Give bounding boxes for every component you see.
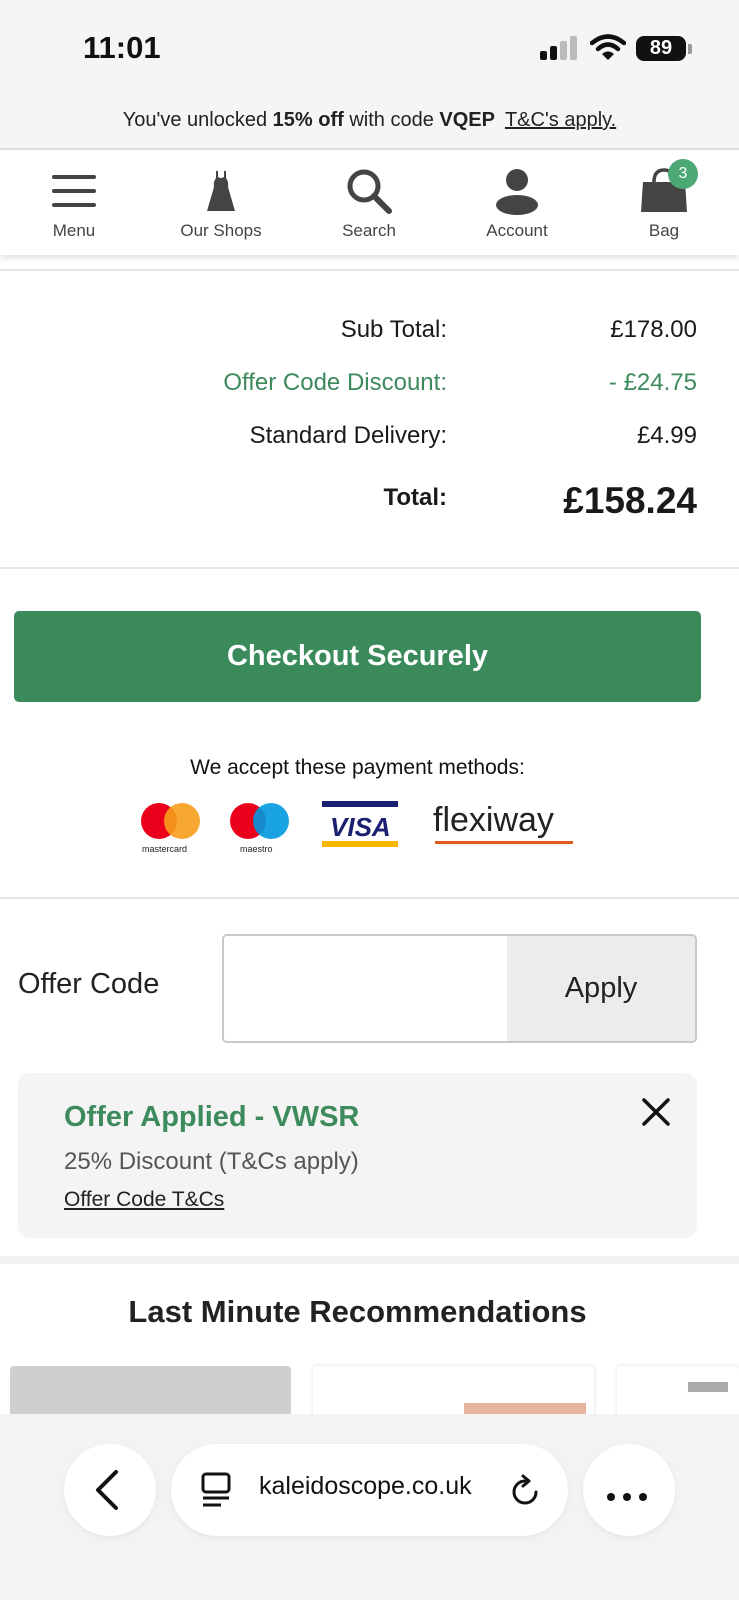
visa-logo: VISA xyxy=(322,801,398,847)
subtotal-value: £178.00 xyxy=(610,316,697,343)
mastercard-logo: mastercard xyxy=(141,803,200,854)
status-bar: 11:01 89 xyxy=(0,0,739,100)
battery-nub xyxy=(688,44,692,54)
nav-search[interactable]: Search xyxy=(309,163,429,241)
mastercard-text: mastercard xyxy=(142,844,187,854)
promo-prefix: You've unlocked xyxy=(122,109,273,131)
address-bar[interactable]: kaleidoscope.co.uk xyxy=(171,1444,568,1536)
offer-applied-subtitle: 25% Discount (T&Cs apply) xyxy=(64,1148,359,1175)
recommendations-title: Last Minute Recommendations xyxy=(128,1294,587,1329)
subtotal-label: Sub Total: xyxy=(340,316,447,343)
payment-methods-text: We accept these payment methods: xyxy=(190,756,525,779)
nav-menu-label: Menu xyxy=(52,221,96,240)
close-icon[interactable] xyxy=(639,1095,673,1129)
nav-account[interactable]: Account xyxy=(457,163,577,241)
hamburger-icon xyxy=(52,175,96,207)
maestro-logo: maestro xyxy=(230,803,289,854)
divider xyxy=(0,567,739,569)
product-image xyxy=(688,1382,728,1392)
section-separator xyxy=(0,1256,739,1264)
offer-code-box: Apply xyxy=(222,934,697,1043)
nav-our-shops[interactable]: Our Shops xyxy=(161,163,281,241)
promo-code: VQEP xyxy=(439,109,495,131)
wifi-icon xyxy=(590,34,626,60)
bag-count-badge: 3 xyxy=(668,159,698,189)
nav-bag-label: Bag xyxy=(648,221,680,240)
maestro-text: maestro xyxy=(240,844,273,854)
payment-logos: mastercard maestro VISA flexiway xyxy=(141,801,573,854)
visa-text: VISA xyxy=(330,812,391,842)
page-menu-icon[interactable] xyxy=(201,1472,231,1508)
total-value: £158.24 xyxy=(563,480,697,521)
battery-icon: 89 xyxy=(636,36,686,61)
ellipsis-icon xyxy=(607,1488,655,1506)
promo-banner: You've unlocked 15% off with code VQEP T&… xyxy=(0,100,739,150)
promo-tc-link[interactable]: T&C's apply. xyxy=(505,109,616,131)
discount-value: - £24.75 xyxy=(608,369,697,396)
nav-our-shops-label: Our Shops xyxy=(180,221,262,240)
checkout-button[interactable]: Checkout Securely xyxy=(14,611,701,702)
promo-middle: with code xyxy=(343,109,440,131)
total-label: Total: xyxy=(383,484,447,511)
offer-applied-panel: Offer Applied - VWSR 25% Discount (T&Cs … xyxy=(18,1073,697,1238)
more-options-button[interactable] xyxy=(583,1444,675,1536)
search-icon xyxy=(347,169,392,214)
chevron-left-icon xyxy=(96,1470,118,1510)
offer-code-label: Offer Code xyxy=(18,968,160,1000)
offer-code-tcs-link[interactable]: Offer Code T&Cs xyxy=(64,1188,224,1212)
status-time: 11:01 xyxy=(83,30,161,65)
top-nav: Menu Our Shops Search Account 3 Bag xyxy=(0,151,739,255)
flexiway-logo: flexiway xyxy=(433,801,573,844)
flexiway-text: flexiway xyxy=(433,801,554,839)
offer-code-input[interactable] xyxy=(224,936,507,1041)
divider xyxy=(0,269,739,271)
browser-toolbar: kaleidoscope.co.uk xyxy=(0,1414,739,1600)
nav-menu[interactable]: Menu xyxy=(14,163,134,241)
back-button[interactable] xyxy=(64,1444,156,1536)
divider xyxy=(0,897,739,899)
nav-account-label: Account xyxy=(486,221,548,240)
signal-icon xyxy=(540,36,578,60)
dress-icon xyxy=(207,171,235,211)
reload-icon[interactable] xyxy=(509,1474,541,1508)
apply-button[interactable]: Apply xyxy=(507,936,695,1041)
offer-applied-title: Offer Applied - VWSR xyxy=(64,1101,360,1133)
url-text: kaleidoscope.co.uk xyxy=(259,1472,472,1500)
promo-discount: 15% off xyxy=(272,109,344,131)
delivery-value: £4.99 xyxy=(636,422,697,449)
nav-bag[interactable]: 3 Bag xyxy=(604,159,724,241)
user-icon xyxy=(496,169,538,215)
delivery-label: Standard Delivery: xyxy=(249,422,447,449)
nav-search-label: Search xyxy=(342,221,396,240)
discount-label: Offer Code Discount: xyxy=(223,369,447,396)
